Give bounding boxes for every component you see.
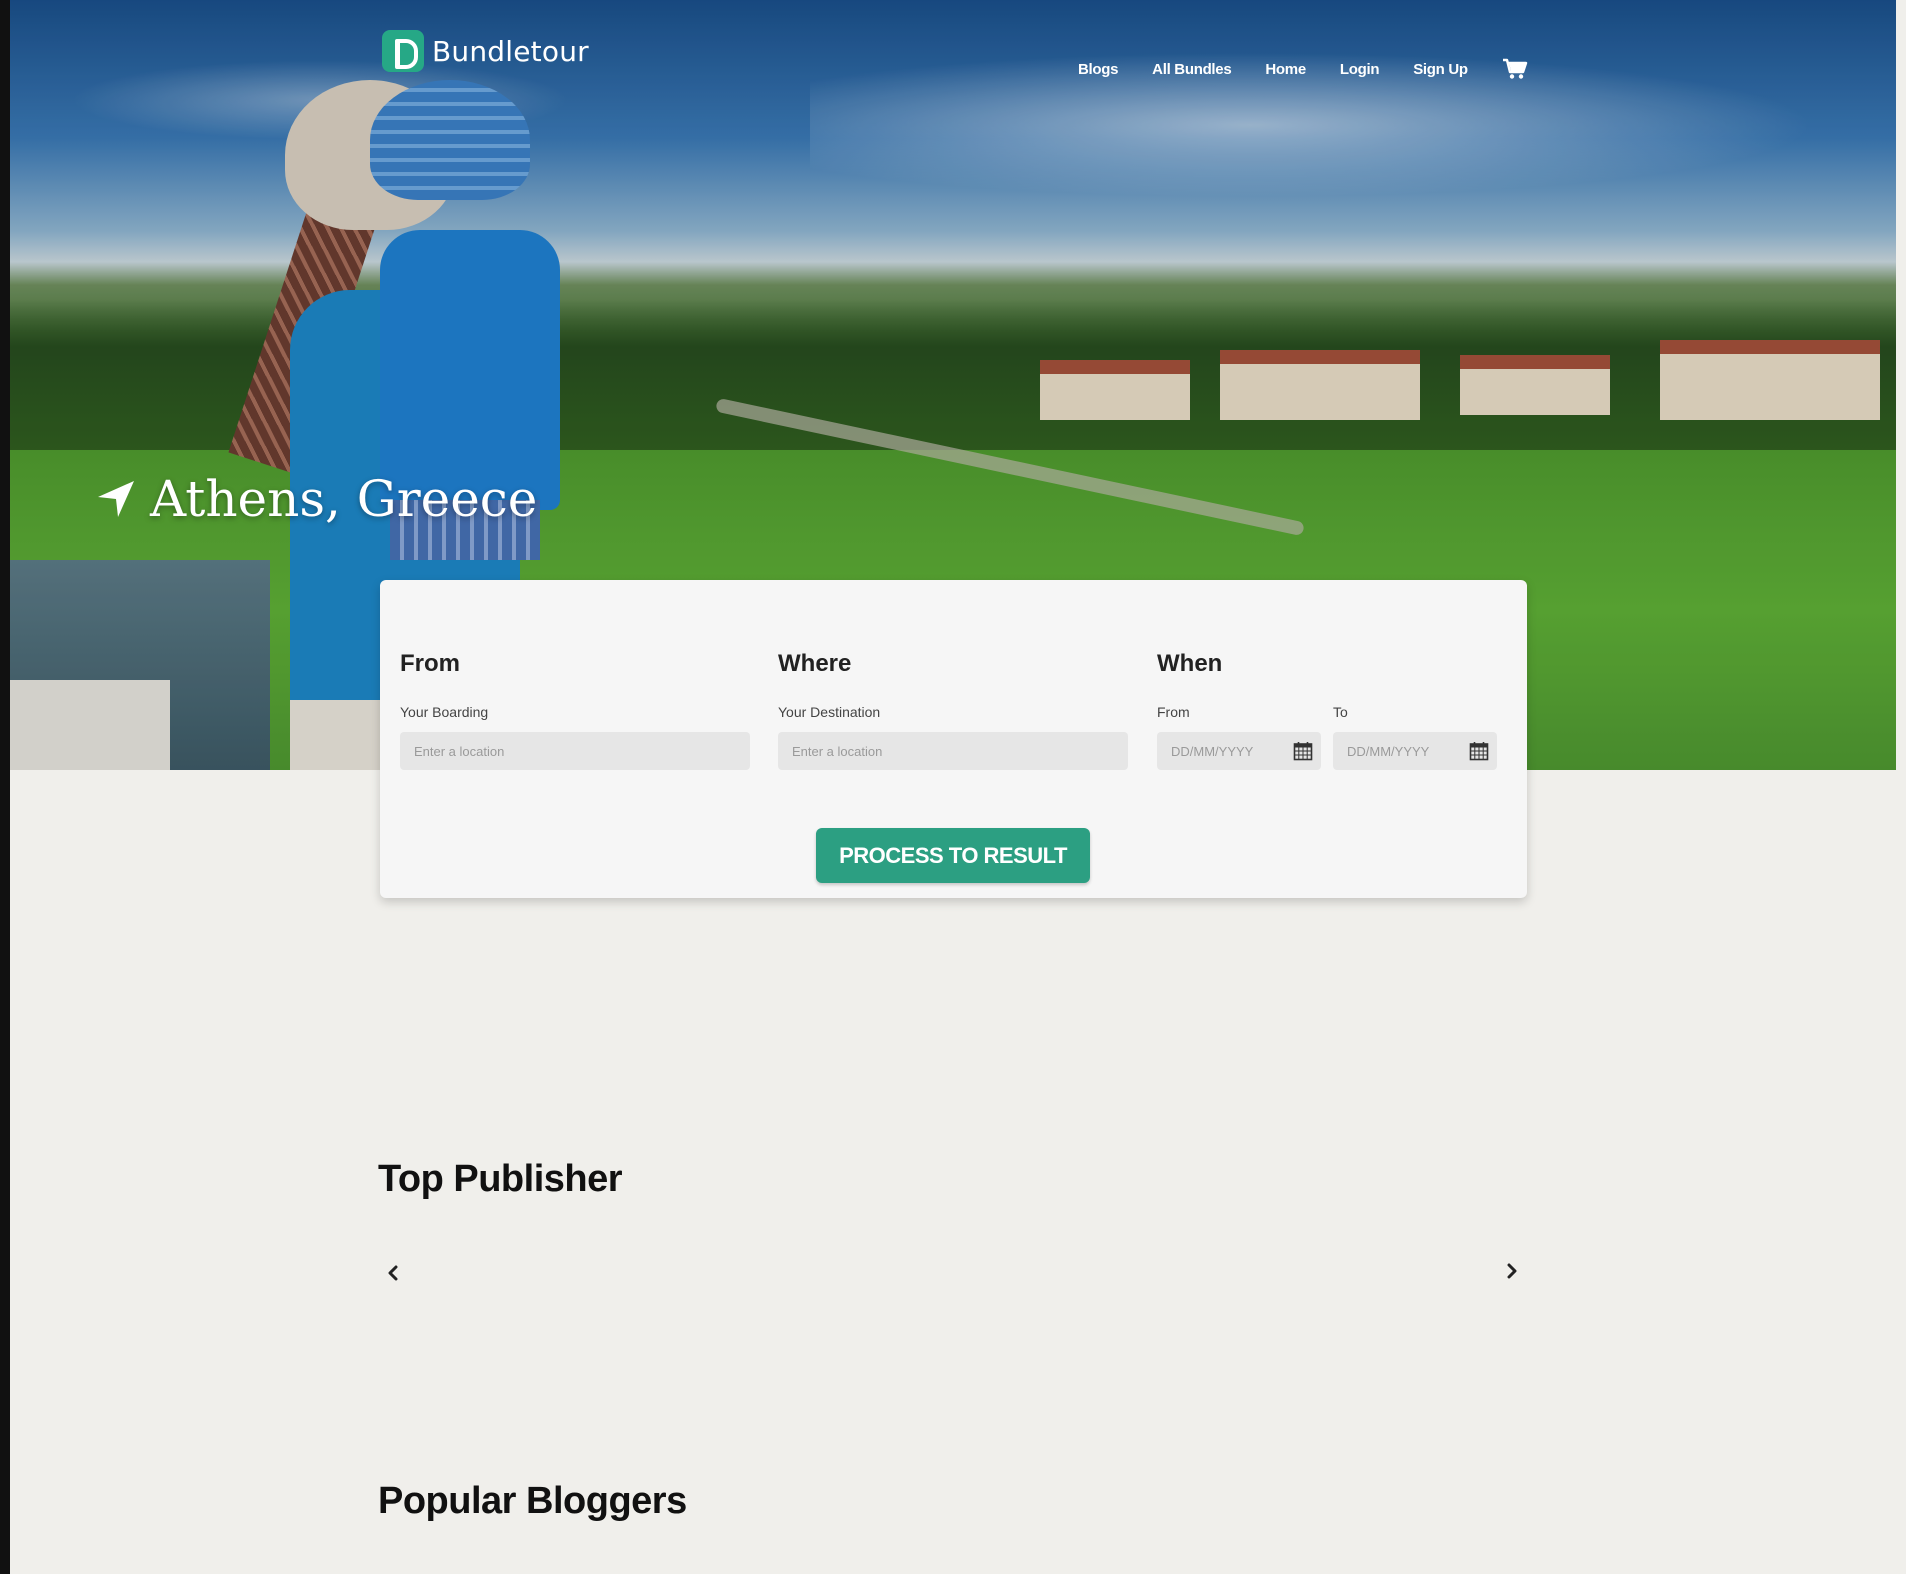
- destination-input-wrapper: [778, 732, 1128, 770]
- from-label: Your Boarding: [400, 704, 489, 720]
- popular-bloggers-title: Popular Bloggers: [378, 1480, 687, 1522]
- from-column: From Your Boarding: [400, 650, 750, 770]
- nav-login[interactable]: Login: [1340, 61, 1380, 78]
- when-column: When From To: [1157, 650, 1507, 770]
- shopping-cart-icon[interactable]: [1502, 58, 1528, 80]
- boarding-input[interactable]: [414, 743, 736, 759]
- location-arrow-icon: [98, 481, 134, 517]
- nav-all-bundles[interactable]: All Bundles: [1152, 61, 1232, 78]
- brand-name: Bundletour: [432, 34, 589, 68]
- nav-blogs[interactable]: Blogs: [1078, 61, 1118, 78]
- calendar-icon[interactable]: [1469, 741, 1489, 761]
- date-from-wrapper: [1157, 732, 1321, 770]
- logo-icon: [382, 30, 424, 72]
- window-edge: [0, 0, 10, 1574]
- date-from-input[interactable]: [1171, 743, 1293, 759]
- when-title: When: [1157, 650, 1223, 677]
- date-to-label: To: [1333, 704, 1348, 720]
- date-from-label: From: [1157, 704, 1190, 720]
- carousel-next-arrow-icon[interactable]: [1502, 1261, 1522, 1281]
- nav-sign-up[interactable]: Sign Up: [1413, 61, 1468, 78]
- search-card: From Your Boarding Where Your Destinatio…: [380, 580, 1527, 898]
- hero-location-text: Athens, Greece: [150, 470, 538, 528]
- process-to-result-button[interactable]: PROCESS TO RESULT: [816, 828, 1090, 883]
- where-column: Where Your Destination: [778, 650, 1128, 770]
- brand-logo[interactable]: Bundletour: [382, 30, 589, 72]
- destination-input[interactable]: [792, 743, 1114, 759]
- from-title: From: [400, 650, 460, 677]
- nav-home[interactable]: Home: [1265, 61, 1306, 78]
- carousel-prev-arrow-icon[interactable]: [383, 1263, 403, 1283]
- main-nav: Blogs All Bundles Home Login Sign Up: [1078, 58, 1528, 80]
- calendar-icon[interactable]: [1293, 741, 1313, 761]
- date-from-group: From: [1157, 704, 1321, 770]
- date-to-input[interactable]: [1347, 743, 1469, 759]
- date-to-wrapper: [1333, 732, 1497, 770]
- where-label: Your Destination: [778, 704, 881, 720]
- where-title: Where: [778, 650, 852, 677]
- top-publisher-title: Top Publisher: [378, 1158, 623, 1200]
- date-to-group: To: [1333, 704, 1497, 770]
- hero-location: Athens, Greece: [96, 470, 537, 528]
- boarding-input-wrapper: [400, 732, 750, 770]
